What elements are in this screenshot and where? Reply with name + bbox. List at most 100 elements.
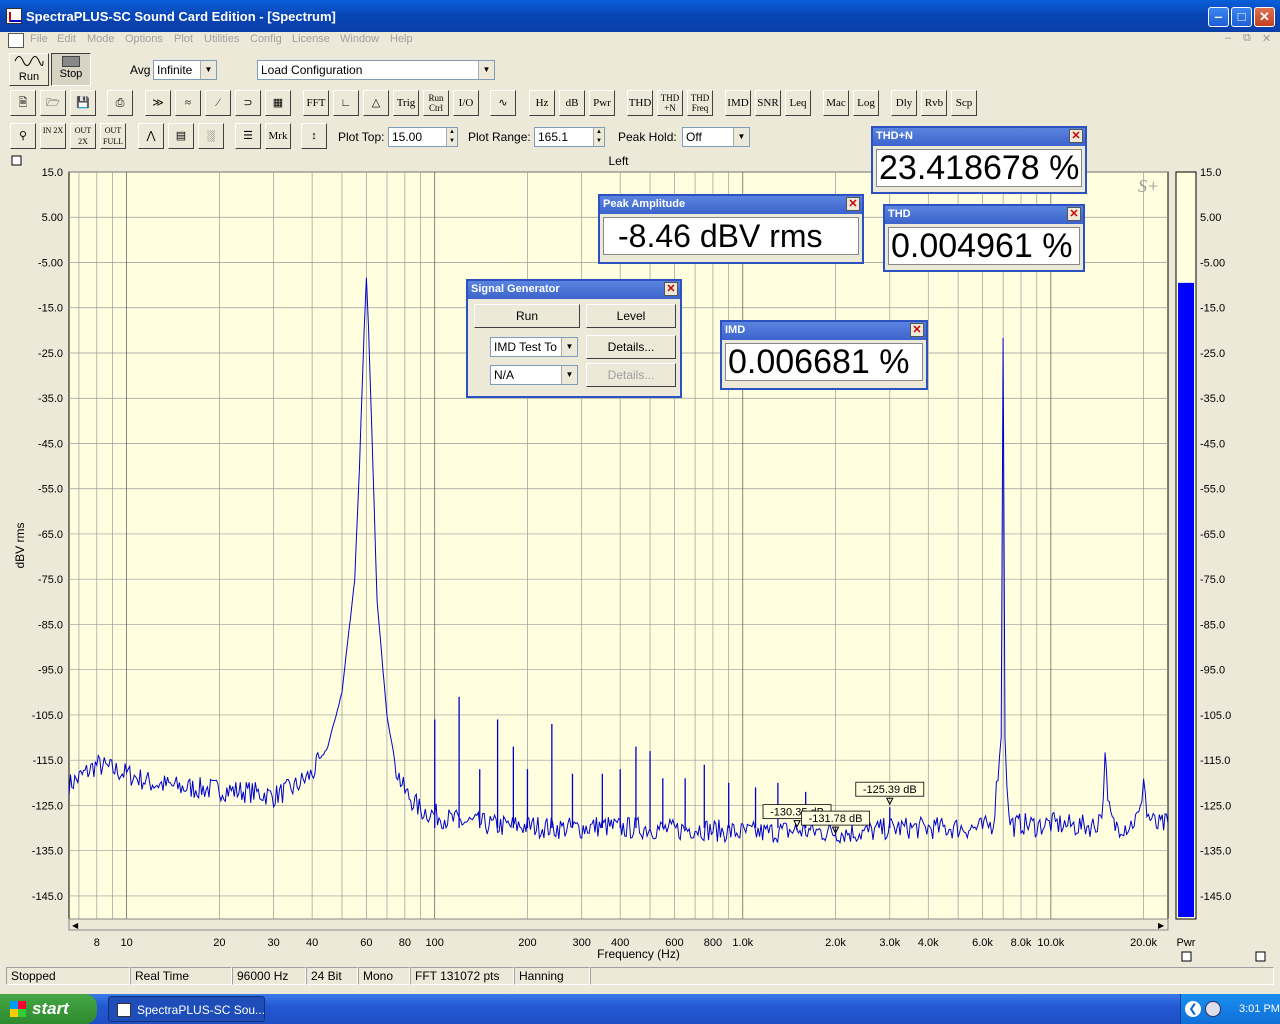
axis-icon[interactable]: ∟ [333, 90, 359, 116]
menu-config[interactable]: Config [250, 33, 282, 45]
rvb-button[interactable]: Rvb [921, 90, 947, 116]
menu-license[interactable]: License [292, 33, 330, 45]
start-button[interactable]: start [0, 994, 97, 1024]
chevron-down-icon[interactable]: ▼ [561, 366, 577, 384]
db-button[interactable]: dB [559, 90, 585, 116]
menu-options[interactable]: Options [125, 33, 163, 45]
open-folder-icon[interactable]: 🗁 [40, 90, 66, 116]
dly-button[interactable]: Dly [891, 90, 917, 116]
menu-utilities[interactable]: Utilities [204, 33, 239, 45]
siggen-caption[interactable]: Signal Generator ✕ [468, 281, 680, 299]
imd-window[interactable]: IMD ✕ 0.006681 % [720, 320, 928, 390]
zoom-in-button[interactable]: IN 2X [40, 123, 66, 149]
thdn-window[interactable]: THD+N ✕ 23.418678 % [871, 126, 1087, 194]
siggen-type2-select[interactable]: N/A ▼ [490, 365, 578, 385]
scp-button[interactable]: Scp [951, 90, 977, 116]
menu-window[interactable]: Window [340, 33, 379, 45]
siggen-details-button[interactable]: Details... [586, 335, 676, 359]
mode-3d-icon[interactable]: ⊃ [235, 90, 261, 116]
bars-icon[interactable]: ▤ [168, 123, 194, 149]
thd-caption[interactable]: THD ✕ [885, 206, 1083, 224]
close-icon[interactable]: ✕ [1069, 129, 1083, 143]
chevron-down-icon[interactable]: ▼ [561, 338, 577, 356]
siggen-run-button[interactable]: Run [474, 304, 580, 328]
chevron-down-icon[interactable]: ▼ [733, 128, 749, 146]
leq-button[interactable]: Leq [785, 90, 811, 116]
doc-icon[interactable] [8, 33, 24, 48]
plot-range-input[interactable]: 165.1 ▲ ▼ [534, 127, 605, 147]
maximize-button[interactable]: □ [1231, 7, 1252, 27]
imd-caption[interactable]: IMD ✕ [722, 322, 926, 340]
spin-icon[interactable]: ▲ ▼ [593, 128, 604, 146]
generator-icon[interactable]: ∿ [490, 90, 516, 116]
chevron-left-icon[interactable]: ❮ [1185, 1001, 1201, 1017]
load-config-select[interactable]: Load Configuration ▼ [257, 60, 495, 80]
mrk-button[interactable]: Mrk [265, 123, 291, 149]
minimize-button[interactable]: ‒ [1208, 7, 1229, 27]
hz-button[interactable]: Hz [529, 90, 555, 116]
new-file-icon[interactable]: 🗎 [10, 90, 36, 116]
close-icon[interactable]: ✕ [664, 282, 678, 296]
octave-icon[interactable]: ░ [198, 123, 224, 149]
close-icon[interactable]: ✕ [846, 197, 860, 211]
print-icon[interactable]: ⎙ [107, 90, 133, 116]
peak-hold-select[interactable]: Off ▼ [682, 127, 750, 147]
siggen-level-button[interactable]: Level [586, 304, 676, 328]
close-button[interactable]: ✕ [1254, 7, 1275, 27]
pwr-button[interactable]: Pwr [589, 90, 615, 116]
peak-icon[interactable]: ⋀ [138, 123, 164, 149]
peak-amplitude-window[interactable]: Peak Amplitude ✕ -8.46 dBV rms [598, 194, 864, 264]
menu-mode[interactable]: Mode [87, 33, 115, 45]
zoom-out-button[interactable]: OUT 2X [70, 123, 96, 149]
menu-help[interactable]: Help [390, 33, 413, 45]
list-icon[interactable]: ☰ [235, 123, 261, 149]
chevron-down-icon[interactable]: ▼ [200, 61, 216, 79]
peak-caption[interactable]: Peak Amplitude ✕ [600, 196, 862, 214]
siggen-type-select[interactable]: IMD Test To ▼ [490, 337, 578, 357]
menu-plot[interactable]: Plot [174, 33, 193, 45]
thd-button[interactable]: THD [627, 90, 653, 116]
thd-window[interactable]: THD ✕ 0.004961 % [883, 204, 1085, 272]
thd-freq-button[interactable]: THD Freq [687, 90, 713, 116]
avg-select[interactable]: Infinite ▼ [153, 60, 217, 80]
imd-button[interactable]: IMD [725, 90, 751, 116]
mac-button[interactable]: Mac [823, 90, 849, 116]
zoom-icon[interactable]: ⚲ [10, 123, 36, 149]
siggen-details2-button[interactable]: Details... [586, 363, 676, 387]
taskbar-item-spectraplus[interactable]: SpectraPLUS-SC Sou... [108, 996, 265, 1022]
menu-edit[interactable]: Edit [57, 33, 76, 45]
fft-button[interactable]: FFT [303, 90, 329, 116]
mode-spectrogram-icon[interactable]: ▦ [265, 90, 291, 116]
thdn-button[interactable]: THD +N [657, 90, 683, 116]
y-axis-label: dBV rms [13, 522, 27, 568]
chevron-down-icon[interactable]: ▼ [478, 61, 494, 79]
mdi-restore-icon[interactable]: ⧉ [1243, 32, 1251, 45]
spectrum-chart[interactable]: Left 15.0 5.00 -5.00 -15.0 -25.0 -35.0 -45.0 -55… [8, 153, 1272, 963]
scale-icon[interactable]: ↕ [301, 123, 327, 149]
close-icon[interactable]: ✕ [1067, 207, 1081, 221]
run-ctrl-button[interactable]: Run Ctrl [423, 90, 449, 116]
run-button[interactable]: Run [9, 53, 49, 86]
spin-icon[interactable]: ▲ ▼ [446, 128, 457, 146]
thdn-caption[interactable]: THD+N ✕ [873, 128, 1085, 146]
mode-spectrum-icon[interactable]: ≈ [175, 90, 201, 116]
mode-time-icon[interactable]: ≫ [145, 90, 171, 116]
trig-button[interactable]: Trig [393, 90, 419, 116]
plot-top-input[interactable]: 15.00 ▲ ▼ [388, 127, 458, 147]
mdi-close-icon[interactable]: ✕ [1262, 32, 1271, 45]
app-icon[interactable] [6, 8, 22, 24]
log-button[interactable]: Log [853, 90, 879, 116]
close-icon[interactable]: ✕ [910, 323, 924, 337]
title-bar[interactable]: SpectraPLUS-SC Sound Card Edition - [Spe… [0, 0, 1280, 32]
io-button[interactable]: I/O [453, 90, 479, 116]
mode-sweep-icon[interactable]: ∕ [205, 90, 231, 116]
zoom-full-button[interactable]: OUT FULL [100, 123, 126, 149]
mdi-minimize-icon[interactable]: ‒ [1225, 32, 1231, 44]
save-icon[interactable]: 💾 [70, 90, 96, 116]
snr-button[interactable]: SNR [755, 90, 781, 116]
signal-generator-window[interactable]: Signal Generator ✕ Run Level IMD Test To ▼… [466, 279, 682, 398]
menu-file[interactable]: File [30, 33, 48, 45]
marker-icon[interactable]: △ [363, 90, 389, 116]
stop-button[interactable]: Stop [51, 53, 91, 86]
tray-app-icon[interactable] [1205, 1001, 1221, 1017]
